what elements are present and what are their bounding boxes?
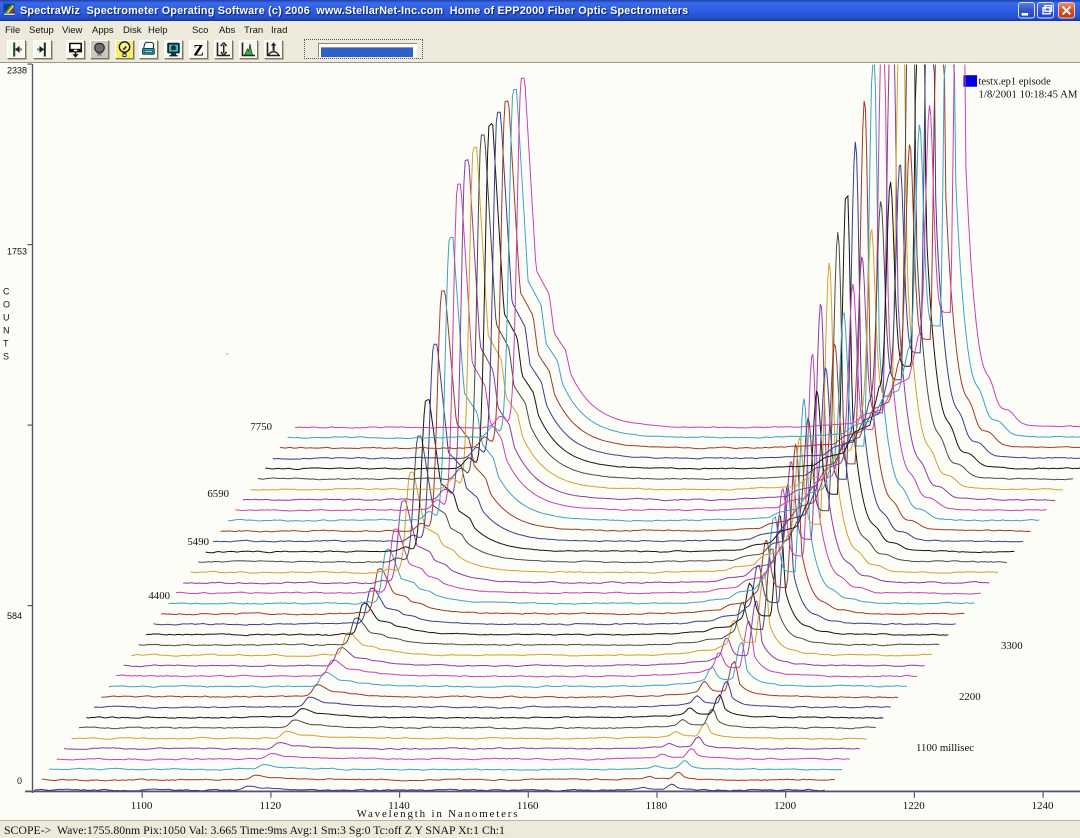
svg-text:1240: 1240 xyxy=(1032,800,1055,812)
svg-text:O: O xyxy=(3,300,10,310)
svg-text:4400: 4400 xyxy=(148,590,170,602)
svg-text:3300: 3300 xyxy=(1001,640,1023,652)
svg-text:1120: 1120 xyxy=(260,800,282,812)
svg-text:1200: 1200 xyxy=(774,800,797,812)
svg-text:testx.ep1 episode: testx.ep1 episode xyxy=(979,77,1052,88)
svg-text:1753: 1753 xyxy=(7,247,27,257)
svg-text:T: T xyxy=(3,339,9,349)
svg-text:C: C xyxy=(3,287,10,297)
svg-text:2200: 2200 xyxy=(959,691,981,703)
svg-text:1160: 1160 xyxy=(517,800,539,812)
svg-text:0: 0 xyxy=(17,776,22,786)
svg-text:7750: 7750 xyxy=(250,421,272,433)
svg-text:6590: 6590 xyxy=(207,488,229,500)
svg-text:2338: 2338 xyxy=(7,66,27,76)
svg-text:S: S xyxy=(3,352,9,362)
svg-text:5490: 5490 xyxy=(187,536,209,548)
svg-text:Z: Z xyxy=(193,42,203,59)
svg-text:1220: 1220 xyxy=(903,800,926,812)
svg-text:584: 584 xyxy=(7,611,22,621)
svg-text:1100 millisec: 1100 millisec xyxy=(916,742,974,754)
svg-text:N: N xyxy=(3,326,10,336)
svg-text:1/8/2001 10:18:45 AM: 1/8/2001 10:18:45 AM xyxy=(979,89,1078,101)
svg-text:Wavelength in Nanometers: Wavelength in Nanometers xyxy=(357,808,520,820)
svg-text:1100: 1100 xyxy=(131,800,153,812)
svg-text:U: U xyxy=(3,313,10,323)
svg-text:1180: 1180 xyxy=(646,800,668,812)
